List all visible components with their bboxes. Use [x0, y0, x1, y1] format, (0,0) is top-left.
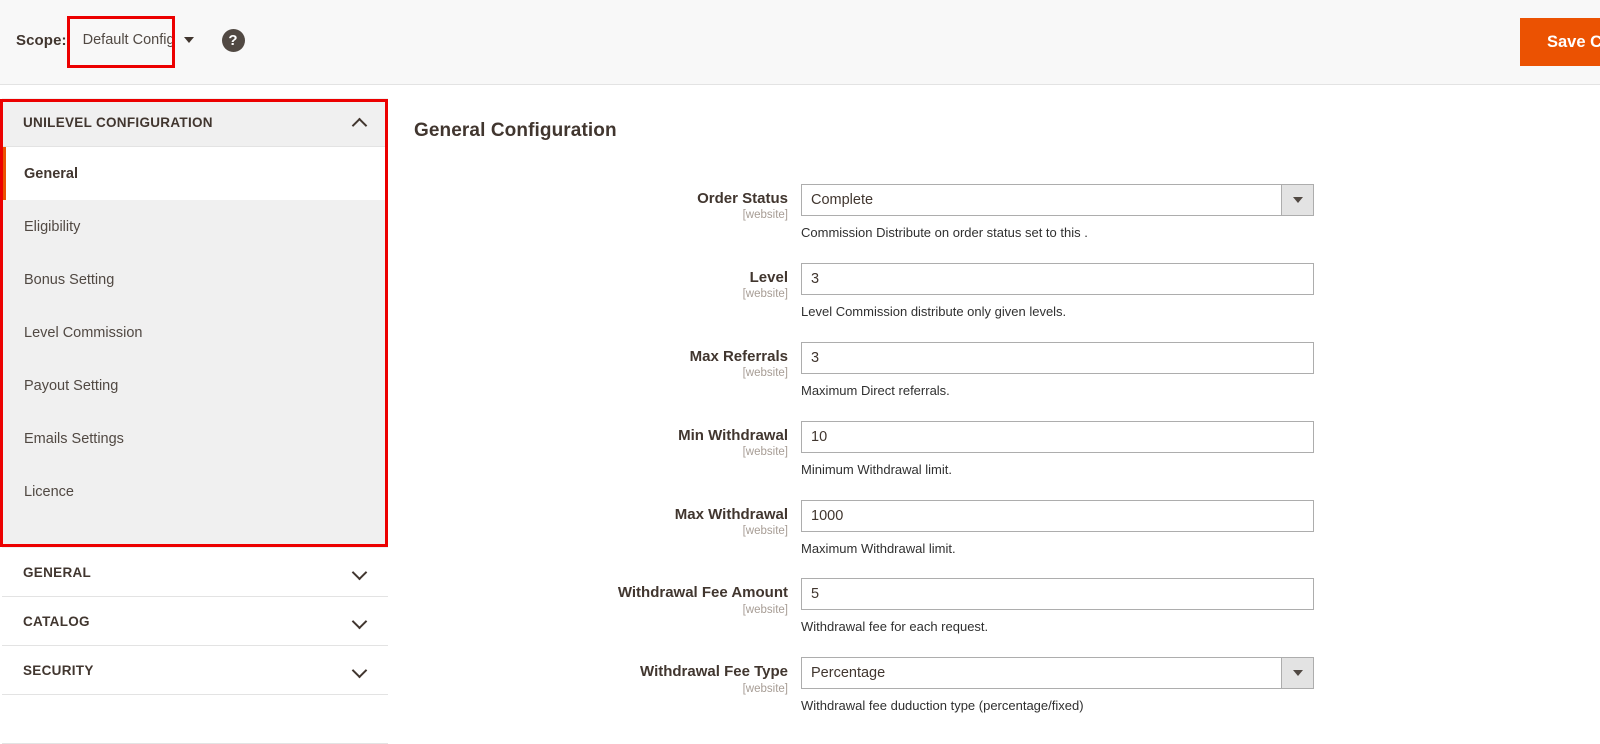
nav-section-title: SECURITY	[23, 662, 94, 678]
field-control-col: Maximum Direct referrals.	[801, 341, 1314, 400]
field-note: Minimum Withdrawal limit.	[801, 461, 952, 477]
sidebar-item-licence[interactable]: Licence	[2, 465, 388, 518]
nav-section-catalog[interactable]: CATALOG	[2, 597, 388, 646]
field-label: Level	[749, 268, 788, 286]
scope-dropdown-value: Default Config	[82, 32, 175, 48]
page-title: General Configuration	[414, 120, 617, 141]
nav-section-general[interactable]: GENERAL	[2, 548, 388, 597]
field-control-col: Percentage Withdrawal fee duduction type…	[801, 657, 1314, 715]
field-max-withdrawal: Max Withdrawal [website] Maximum Withdra…	[414, 499, 1600, 558]
field-note: Level Commission distribute only given l…	[801, 303, 1067, 319]
nav-section-clipped[interactable]	[2, 695, 388, 744]
chevron-up-icon	[354, 116, 366, 128]
sidebar-item-label: Payout Setting	[24, 377, 119, 394]
field-label-col: Max Referrals [website]	[414, 342, 801, 380]
level-input[interactable]	[801, 262, 1314, 295]
nav-section-title: UNILEVEL CONFIGURATION	[23, 114, 213, 130]
field-scope-tag: [website]	[742, 524, 788, 537]
field-scope-tag: [website]	[742, 682, 788, 695]
field-note: Maximum Withdrawal limit.	[801, 540, 956, 556]
field-label: Max Referrals	[689, 347, 788, 365]
field-control-col: Maximum Withdrawal limit.	[801, 499, 1314, 558]
nav-section-items-unilevel: General Eligibility Bonus Setting Level …	[2, 147, 388, 548]
field-control-col: Level Commission distribute only given l…	[801, 262, 1314, 321]
page-header: Scope: Default Config ? Save Config	[0, 0, 1600, 85]
max-referrals-input[interactable]	[801, 341, 1314, 374]
config-nav: UNILEVEL CONFIGURATION General Eligibili…	[2, 98, 388, 744]
field-min-withdrawal: Min Withdrawal [website] Minimum Withdra…	[414, 420, 1600, 479]
chevron-down-icon[interactable]	[1281, 658, 1313, 689]
field-scope-tag: [website]	[742, 209, 788, 222]
sidebar-item-eligibility[interactable]: Eligibility	[2, 200, 388, 253]
withdrawal-fee-type-select-value[interactable]: Percentage	[801, 657, 1314, 690]
sidebar-item-label: Level Commission	[24, 324, 143, 341]
nav-section-title: GENERAL	[23, 564, 92, 580]
help-icon[interactable]: ?	[221, 28, 245, 52]
field-label: Order Status	[697, 190, 788, 207]
field-withdrawal-fee-amount: Withdrawal Fee Amount [website] Withdraw…	[414, 578, 1600, 636]
chevron-down-icon	[354, 664, 366, 676]
chevron-down-icon	[354, 566, 366, 578]
sidebar-item-label: Emails Settings	[24, 430, 124, 447]
field-label-col: Max Withdrawal [website]	[414, 500, 801, 538]
nav-section-title: CATALOG	[23, 613, 90, 629]
field-scope-tag: [website]	[742, 367, 788, 380]
nav-section-unilevel-configuration[interactable]: UNILEVEL CONFIGURATION	[2, 98, 388, 147]
sidebar-item-label: Licence	[24, 483, 74, 500]
sidebar-item-label: General	[24, 165, 78, 182]
field-label: Withdrawal Fee Amount	[617, 584, 788, 602]
field-label-col: Withdrawal Fee Type [website]	[414, 657, 801, 695]
field-label-col: Order Status [website]	[414, 184, 801, 222]
field-order-status: Order Status [website] Complete Commissi…	[414, 184, 1600, 242]
min-withdrawal-input[interactable]	[801, 420, 1314, 453]
chevron-down-icon	[183, 37, 194, 43]
field-control-col: Minimum Withdrawal limit.	[801, 420, 1314, 479]
order-status-select[interactable]: Complete	[801, 184, 1314, 216]
scope-dropdown[interactable]: Default Config	[81, 28, 196, 52]
sidebar-item-payout-setting[interactable]: Payout Setting	[2, 359, 388, 412]
sidebar-item-level-commission[interactable]: Level Commission	[2, 306, 388, 359]
chevron-down-icon[interactable]	[1281, 185, 1313, 215]
field-note: Commission Distribute on order status se…	[801, 225, 1088, 240]
nav-section-security[interactable]: SECURITY	[2, 646, 388, 695]
field-scope-tag: [website]	[742, 288, 788, 301]
field-note: Maximum Direct referrals.	[801, 382, 950, 398]
field-withdrawal-fee-type: Withdrawal Fee Type [website] Percentage…	[414, 657, 1600, 715]
sidebar-item-label: Eligibility	[24, 218, 81, 235]
field-note: Withdrawal fee for each request.	[801, 619, 989, 635]
field-max-referrals: Max Referrals [website] Maximum Direct r…	[414, 341, 1600, 400]
withdrawal-fee-type-select[interactable]: Percentage	[801, 657, 1314, 690]
field-label-col: Withdrawal Fee Amount [website]	[414, 578, 801, 616]
chevron-down-icon	[354, 615, 366, 627]
field-level: Level [website] Level Commission distrib…	[414, 262, 1600, 321]
field-label: Withdrawal Fee Type	[640, 663, 788, 681]
sidebar-item-label: Bonus Setting	[24, 271, 115, 288]
scope-switcher-group: Scope: Default Config ?	[16, 28, 245, 52]
scope-label: Scope:	[16, 31, 67, 49]
sidebar-item-bonus-setting[interactable]: Bonus Setting	[2, 253, 388, 306]
field-label: Min Withdrawal	[678, 426, 788, 444]
field-control-col: Complete Commission Distribute on order …	[801, 184, 1314, 242]
order-status-select-value[interactable]: Complete	[801, 184, 1314, 216]
sidebar-item-general[interactable]: General	[2, 147, 388, 200]
main-content: General Configuration Order Status [webs…	[388, 98, 1600, 725]
withdrawal-fee-amount-input[interactable]	[801, 578, 1314, 611]
field-scope-tag: [website]	[742, 603, 788, 616]
field-label-col: Level [website]	[414, 263, 801, 301]
field-scope-tag: [website]	[742, 445, 788, 458]
field-note: Withdrawal fee duduction type (percentag…	[801, 698, 1084, 714]
field-label-col: Min Withdrawal [website]	[414, 421, 801, 459]
save-config-button[interactable]: Save Config	[1520, 18, 1600, 66]
max-withdrawal-input[interactable]	[801, 499, 1314, 532]
sidebar-item-emails-settings[interactable]: Emails Settings	[2, 412, 388, 465]
field-label: Max Withdrawal	[674, 505, 788, 523]
field-control-col: Withdrawal fee for each request.	[801, 578, 1314, 636]
